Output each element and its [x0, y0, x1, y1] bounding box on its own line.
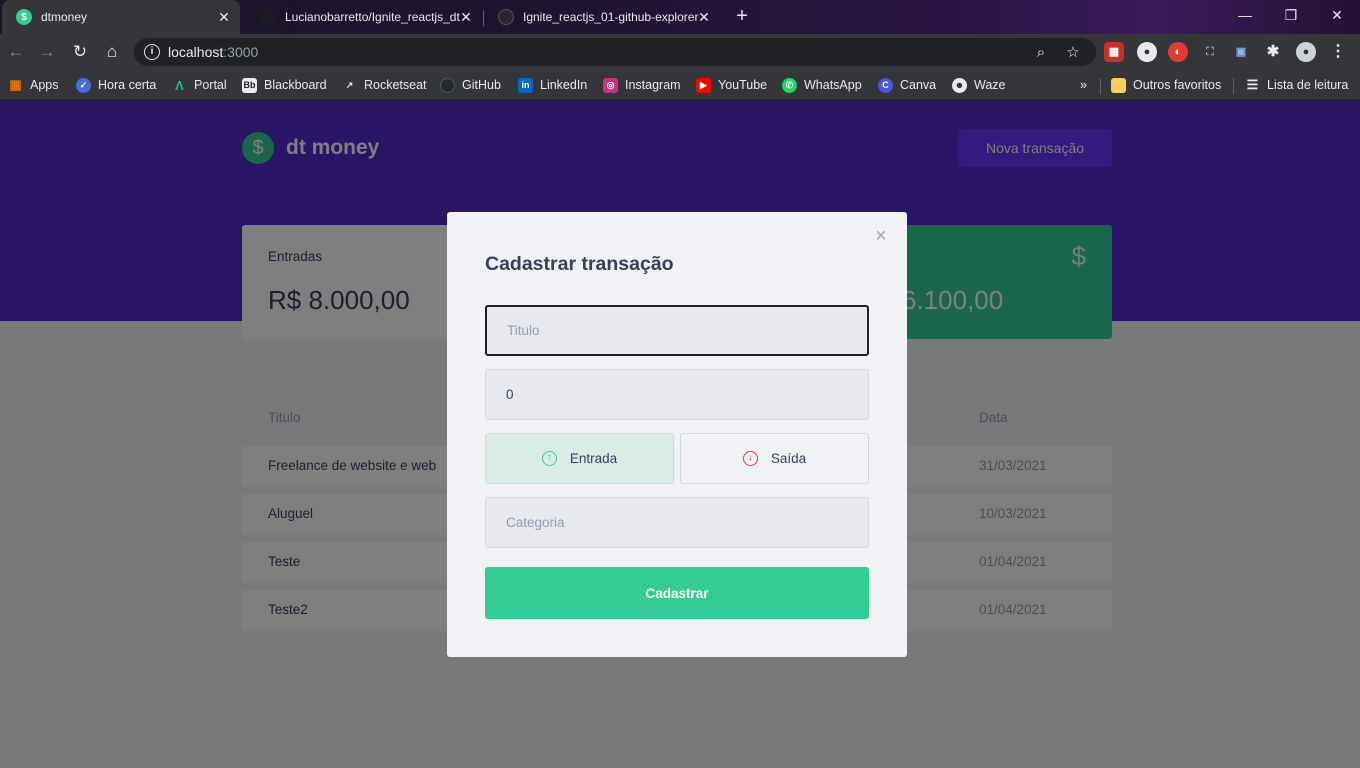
reload-icon[interactable]: ↻: [68, 40, 92, 64]
app-page: $ dt money Nova transação Entradas R$ 8.…: [0, 101, 1360, 768]
github-favicon-icon: [498, 9, 514, 25]
close-tab-icon[interactable]: ✕: [458, 9, 474, 25]
url-text[interactable]: localhost:3000: [168, 44, 258, 60]
apps-grid-icon: ▦: [9, 77, 22, 92]
new-tab-icon[interactable]: +: [731, 6, 753, 28]
rocketseat-icon: ↗: [345, 79, 354, 90]
bookmark-waze[interactable]: ☻ Waze: [952, 76, 1006, 94]
tab-strip: $ dtmoney ✕ Lucianobarretto/Ignite_react…: [0, 0, 1360, 34]
github-icon: [440, 77, 455, 93]
github-favicon-icon: [260, 9, 276, 25]
bookmark-divider: [1233, 78, 1234, 94]
new-transaction-modal: × Cadastrar transação Titulo 0 ↑ Entrada…: [447, 212, 907, 657]
bookmark-portal[interactable]: Ʌ Portal: [172, 76, 227, 94]
portal-icon: Ʌ: [175, 77, 184, 93]
bookmark-divider: [1100, 78, 1101, 94]
bookmarks-bar: ▦ Apps ✓ Hora certa Ʌ Portal Bb Blackboa…: [0, 70, 1360, 100]
whatsapp-icon: ✆: [782, 77, 797, 93]
extension-icon[interactable]: ◐: [1168, 42, 1188, 62]
dollar-favicon-icon: $: [16, 9, 32, 25]
minimize-icon[interactable]: —: [1222, 0, 1268, 30]
bookmark-hora-certa[interactable]: ✓ Hora certa: [76, 76, 156, 94]
tab-dtmoney[interactable]: $ dtmoney ✕: [2, 0, 240, 34]
close-icon[interactable]: ×: [873, 226, 889, 246]
blackboard-icon: Bb: [242, 77, 257, 93]
address-bar[interactable]: i localhost:3000 ⌕ ☆: [134, 38, 1096, 66]
tab-github-repo[interactable]: Lucianobarretto/Ignite_reactjs_dt ✕: [246, 0, 482, 34]
reading-list[interactable]: ☰ Lista de leitura: [1245, 76, 1349, 94]
reading-list-icon: ☰: [1246, 77, 1259, 92]
tab-title: Lucianobarretto/Ignite_reactjs_dt: [285, 10, 460, 24]
bookmark-github[interactable]: GitHub: [440, 76, 501, 94]
linkedin-icon: in: [518, 77, 533, 93]
arrow-up-circle-icon: ↑: [541, 451, 557, 466]
bookmark-other-folder[interactable]: Outros favoritos: [1111, 76, 1221, 94]
close-tab-icon[interactable]: ✕: [696, 9, 712, 25]
bookmark-star-icon[interactable]: ☆: [1064, 44, 1082, 62]
outcome-type-button[interactable]: ↓ Saída: [680, 433, 869, 484]
site-info-icon[interactable]: i: [144, 44, 160, 60]
browser-toolbar: ← → ↻ ⌂ i localhost:3000 ⌕ ☆ ▦ ● ◐ ⛶ ▣ ✱…: [0, 34, 1360, 70]
amount-input[interactable]: 0: [485, 369, 869, 420]
submit-button[interactable]: Cadastrar: [485, 567, 869, 619]
outcome-type-label: Saída: [770, 451, 807, 466]
tab-title: dtmoney: [41, 10, 88, 24]
modal-title: Cadastrar transação: [485, 253, 674, 275]
home-icon[interactable]: ⌂: [100, 40, 124, 64]
extension-icon[interactable]: ●: [1137, 42, 1157, 62]
bookmark-youtube[interactable]: ▶ YouTube: [696, 76, 767, 94]
extensions-puzzle-icon[interactable]: ✱: [1263, 42, 1283, 62]
bookmarks-overflow-icon[interactable]: »: [1080, 76, 1087, 94]
screen-capture-icon[interactable]: ⛶: [1200, 42, 1220, 62]
bookmark-rocketseat[interactable]: ↗ Rocketseat: [342, 76, 427, 94]
close-tab-icon[interactable]: ✕: [216, 9, 232, 25]
clock-icon: ✓: [76, 77, 91, 93]
bookmark-whatsapp[interactable]: ✆ WhatsApp: [782, 76, 862, 94]
instagram-icon: ◎: [603, 77, 618, 93]
canva-icon: C: [878, 77, 893, 93]
category-input[interactable]: Categoria: [485, 497, 869, 548]
zoom-icon[interactable]: ⌕: [1032, 44, 1050, 62]
tab-github-explorer[interactable]: Ignite_reactjs_01-github-explorer ✕: [484, 0, 720, 34]
bookmark-apps[interactable]: ▦ Apps: [8, 76, 58, 94]
folder-icon: [1111, 77, 1126, 93]
forward-icon[interactable]: →: [35, 40, 59, 64]
youtube-icon: ▶: [696, 77, 711, 93]
bookmark-canva[interactable]: C Canva: [878, 76, 936, 94]
close-window-icon[interactable]: ✕: [1314, 0, 1360, 30]
bookmark-linkedin[interactable]: in LinkedIn: [518, 76, 587, 94]
extension-icon[interactable]: ▣: [1231, 42, 1251, 62]
arrow-down-circle-icon: ↓: [742, 451, 758, 466]
extension-icon[interactable]: ▦: [1104, 42, 1124, 62]
menu-kebab-icon[interactable]: ⋮: [1328, 42, 1348, 62]
profile-avatar[interactable]: ●: [1296, 42, 1316, 62]
tab-title: Ignite_reactjs_01-github-explorer: [523, 10, 699, 24]
restore-icon[interactable]: ❐: [1268, 0, 1314, 30]
bookmark-blackboard[interactable]: Bb Blackboard: [242, 76, 327, 94]
title-input[interactable]: Titulo: [485, 305, 869, 356]
income-type-label: Entrada: [569, 451, 618, 466]
waze-icon: ☻: [952, 77, 967, 93]
income-type-button[interactable]: ↑ Entrada: [485, 433, 674, 484]
back-icon[interactable]: ←: [4, 40, 28, 64]
bookmark-instagram[interactable]: ◎ Instagram: [603, 76, 681, 94]
